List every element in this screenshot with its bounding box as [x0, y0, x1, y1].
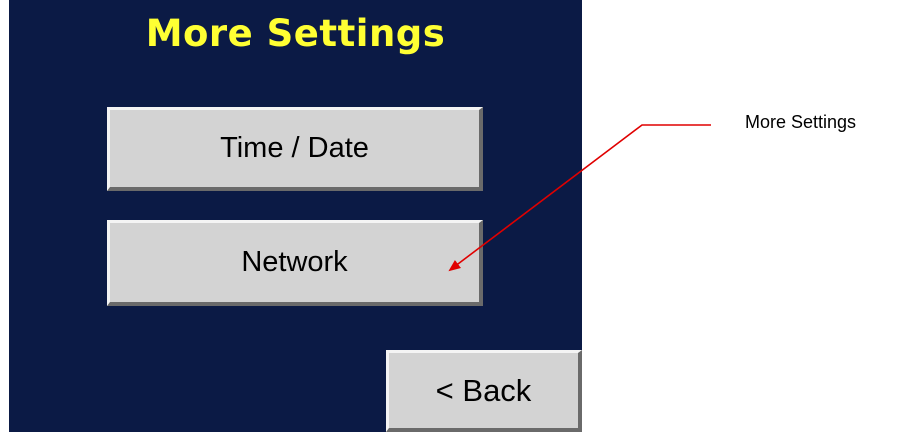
more-settings-screen: More Settings Time / Date Network < Back: [9, 0, 582, 432]
time-date-button[interactable]: Time / Date: [107, 107, 483, 191]
back-button[interactable]: < Back: [386, 350, 582, 432]
callout-label: More Settings: [745, 112, 857, 132]
screen-title: More Settings: [145, 12, 446, 55]
network-button[interactable]: Network: [107, 220, 483, 306]
